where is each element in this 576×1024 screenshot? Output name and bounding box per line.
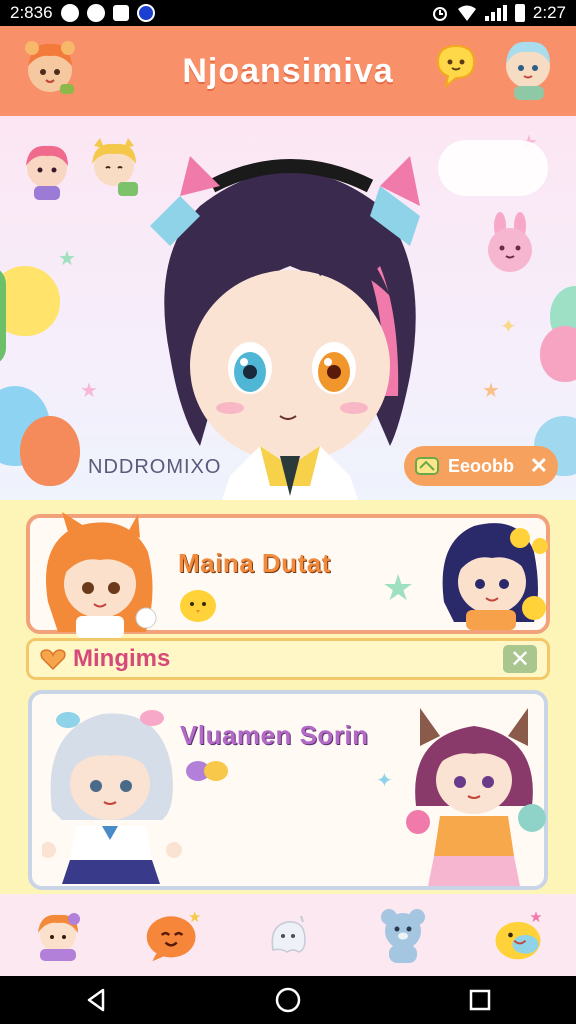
back-icon[interactable] xyxy=(76,980,116,1020)
chibi-avatar-icon[interactable] xyxy=(496,34,560,104)
chip-label: Eeoobb xyxy=(448,455,514,476)
character-portrait xyxy=(46,512,157,638)
notification-icon xyxy=(136,4,155,22)
candy-icon xyxy=(186,761,228,781)
star-decoration: ✦ xyxy=(500,314,517,338)
close-icon[interactable]: ✕ xyxy=(530,453,548,479)
balloon-decoration xyxy=(0,266,6,366)
content-list: Maina Dutat ★ Mingims ✕ Vluamen Sorin ✦ xyxy=(0,500,576,894)
heart-icon xyxy=(40,649,66,671)
sticker-icon xyxy=(415,457,439,475)
balloon-decoration xyxy=(540,326,576,382)
character-card[interactable]: Maina Dutat ★ xyxy=(26,512,550,638)
cloud-decoration xyxy=(438,140,548,196)
home-icon[interactable] xyxy=(268,980,308,1020)
star-decoration: ★ xyxy=(382,568,415,609)
tag-chip[interactable]: Eeoobb ✕ xyxy=(404,446,558,486)
signal-icon xyxy=(484,5,507,21)
notification-icon xyxy=(60,4,79,22)
alarm-icon xyxy=(432,7,447,21)
banner-label: Mingims xyxy=(73,645,171,672)
recents-icon[interactable] xyxy=(460,980,500,1020)
system-navigation-bar xyxy=(0,976,576,1024)
svg-text:★: ★ xyxy=(530,908,543,926)
chick-icon xyxy=(180,590,216,622)
nav-orange-chat-icon[interactable]: ★ xyxy=(143,905,203,965)
balloon-decoration xyxy=(0,266,60,336)
hero-banner: ★ ★ ★ ✦ ★ xyxy=(0,116,576,500)
card-title: Maina Dutat xyxy=(178,548,331,578)
character-portrait xyxy=(406,708,546,886)
chibi-sticker xyxy=(18,138,76,202)
status-right: 2:27 xyxy=(431,3,566,23)
status-time-left: 2:836 xyxy=(10,3,53,22)
nav-duck-icon[interactable]: ★ xyxy=(488,905,548,965)
bunny-sticker xyxy=(478,212,542,276)
character-portrait xyxy=(442,523,548,630)
section-banner[interactable]: Mingims ✕ xyxy=(26,638,550,680)
star-decoration: ★ xyxy=(80,378,98,402)
bottom-navigation: ★ ★ xyxy=(0,894,576,976)
notification-icon xyxy=(86,4,105,22)
star-decoration: ★ xyxy=(58,246,76,270)
status-time-right: 2:27 xyxy=(532,3,566,22)
battery-icon xyxy=(514,4,525,22)
character-portrait xyxy=(42,710,182,884)
card-title: Vluamen Sorin xyxy=(180,720,369,750)
nav-ghost-icon[interactable] xyxy=(258,905,318,965)
star-decoration: ✦ xyxy=(376,768,393,792)
balloon-decoration xyxy=(20,416,80,486)
notification-icon xyxy=(112,5,129,21)
chat-bubble-icon[interactable] xyxy=(432,42,480,90)
character-card[interactable]: Vluamen Sorin ✦ xyxy=(28,690,548,890)
close-button[interactable]: ✕ xyxy=(503,645,537,673)
hero-caption: NDDROMIXO xyxy=(88,456,222,478)
nav-bear-icon[interactable] xyxy=(373,905,433,965)
wifi-icon xyxy=(457,5,476,21)
star-decoration: ★ xyxy=(482,378,500,402)
status-left: 2:836 xyxy=(10,3,155,23)
status-bar: 2:836 2:27 xyxy=(0,0,576,26)
app-header: Njoansimiva xyxy=(0,26,576,116)
chibi-avatar-icon[interactable] xyxy=(18,36,82,100)
app-title: Njoansimiva xyxy=(182,51,394,90)
nav-chibi-girl-icon[interactable] xyxy=(28,905,88,965)
hero-character-illustration xyxy=(150,156,420,500)
svg-text:★: ★ xyxy=(188,908,201,926)
